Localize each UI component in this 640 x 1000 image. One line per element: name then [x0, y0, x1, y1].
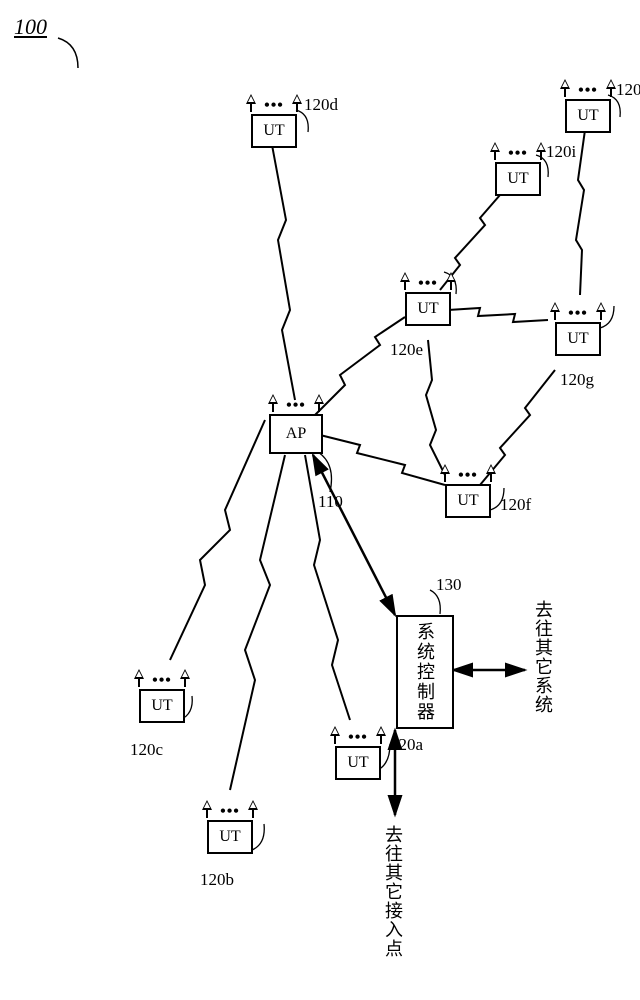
ut-box: UT: [405, 292, 451, 326]
ut-node-a: ••• UT: [328, 722, 388, 792]
to-other-systems-label: 去往其它系统: [530, 600, 556, 714]
ut-e-id: 120e: [390, 340, 423, 360]
ut-node-d: ••• UT: [244, 90, 304, 160]
figure-number: 100: [14, 14, 47, 40]
ut-box: UT: [555, 322, 601, 356]
ap-antennas: •••: [260, 390, 332, 414]
ut-node-f: ••• UT: [438, 460, 498, 530]
ap-id-label: 110: [318, 492, 343, 512]
ut-node-i: ••• UT: [488, 138, 548, 208]
ut-d-id: 120d: [304, 95, 338, 115]
ut-node-g: ••• UT: [548, 298, 608, 368]
ut-b-id: 120b: [200, 870, 234, 890]
ut-f-id: 120f: [500, 495, 531, 515]
ut-box: UT: [139, 689, 185, 723]
ut-a-id: 120a: [390, 735, 423, 755]
ut-box: UT: [495, 162, 541, 196]
ut-node-c: ••• UT: [132, 665, 192, 735]
ut-box: UT: [207, 820, 253, 854]
ut-i-id: 120i: [546, 142, 576, 162]
ap-node: ••• AP: [260, 390, 332, 460]
diagram-canvas: 100: [0, 0, 640, 1000]
ellipsis-icon: •••: [284, 398, 308, 414]
to-other-ap-label: 去往其它接入点: [380, 825, 406, 958]
ap-box: AP: [269, 414, 323, 454]
ut-node-b: ••• UT: [200, 796, 260, 866]
controller-id: 130: [436, 575, 462, 595]
ut-box: UT: [565, 99, 611, 133]
ut-box: UT: [445, 484, 491, 518]
ut-node-e: ••• UT: [398, 268, 458, 338]
ut-c-id: 120c: [130, 740, 163, 760]
ut-node-h: ••• UT: [558, 75, 618, 145]
controller-label: 系统控制器: [412, 622, 438, 722]
ut-box: UT: [335, 746, 381, 780]
ut-h-id: 120h: [616, 80, 640, 100]
ut-box: UT: [251, 114, 297, 148]
system-controller-box: 系统控制器: [396, 615, 454, 729]
ut-g-id: 120g: [560, 370, 594, 390]
